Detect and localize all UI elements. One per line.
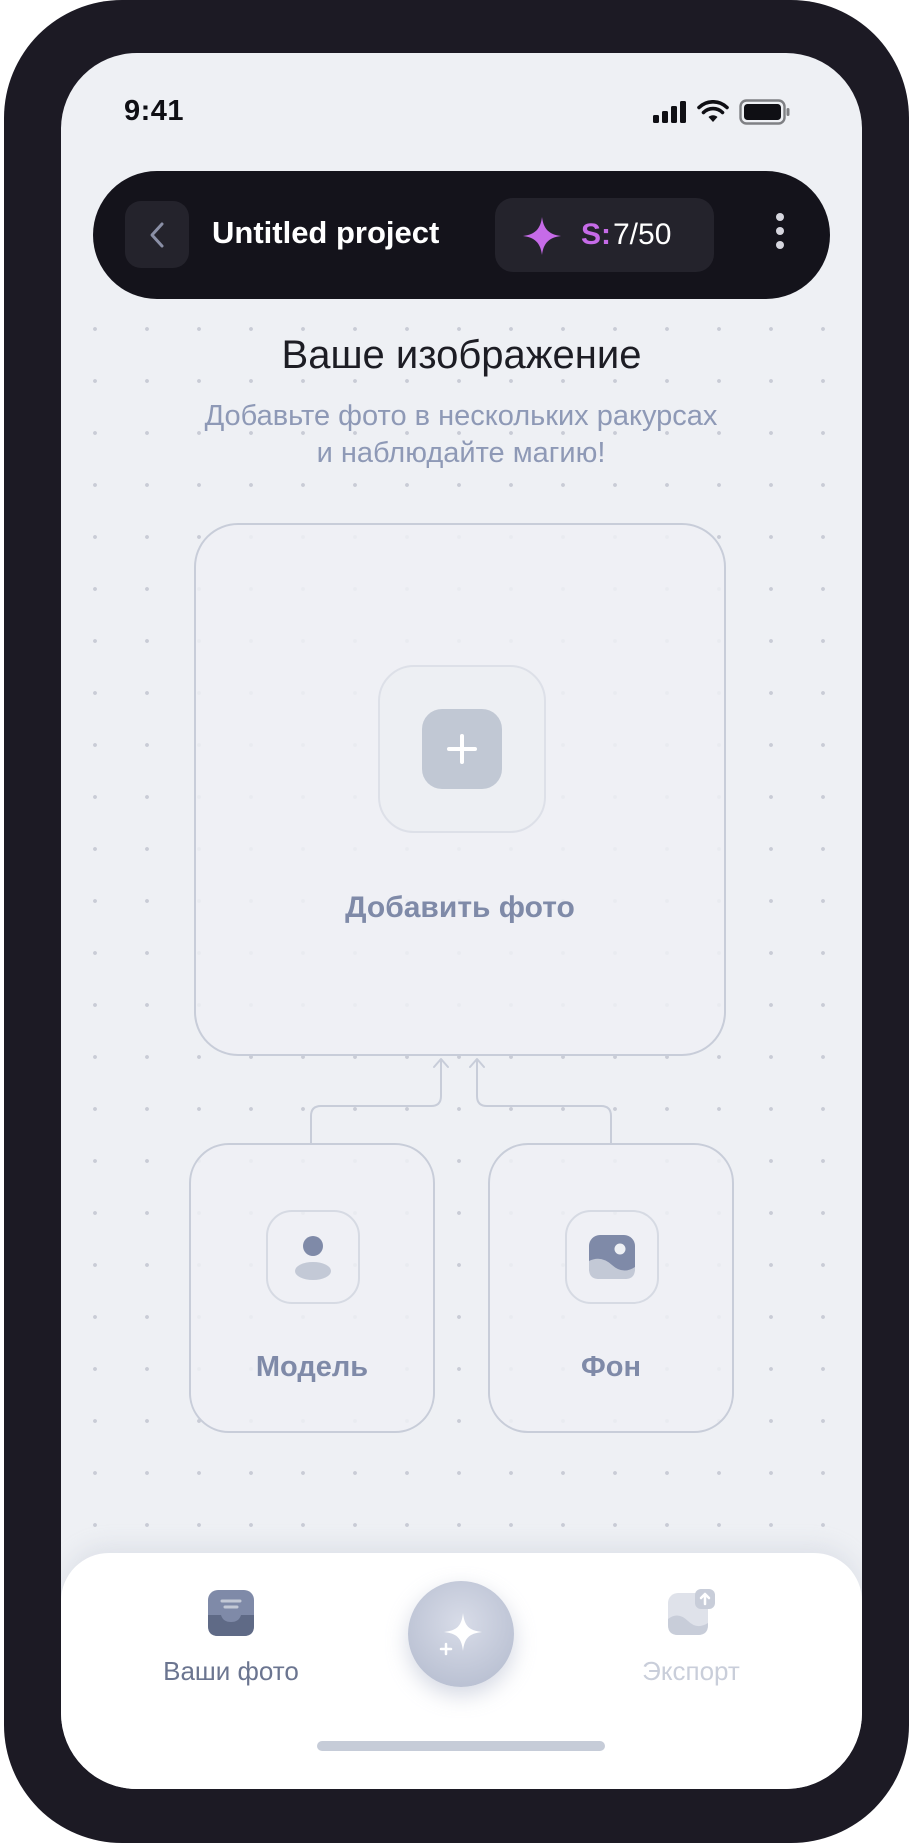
credits-badge[interactable]: S: 7/50 bbox=[495, 198, 714, 272]
home-indicator bbox=[317, 1741, 605, 1751]
export-image-icon bbox=[668, 1589, 715, 1635]
phone-frame: 9:41 Untitled project S: 7/50 Ваше изобр… bbox=[4, 0, 909, 1843]
credits-prefix: S: bbox=[581, 218, 611, 251]
image-icon bbox=[589, 1235, 635, 1279]
background-label: Фон bbox=[581, 1351, 641, 1383]
sparkle-icon bbox=[523, 217, 561, 255]
nav-export[interactable]: Экспорт bbox=[591, 1589, 791, 1687]
person-icon bbox=[295, 1236, 331, 1280]
credits-value: 7/50 bbox=[613, 218, 672, 251]
back-button[interactable] bbox=[125, 201, 189, 268]
wifi-icon bbox=[697, 100, 729, 122]
nav-your-photos[interactable]: Ваши фото bbox=[131, 1589, 331, 1687]
generate-button[interactable] bbox=[408, 1581, 514, 1687]
background-icon-tile bbox=[565, 1210, 659, 1304]
screen: 9:41 Untitled project S: 7/50 Ваше изобр… bbox=[61, 53, 862, 1789]
page-subheading: Добавьте фото в нескольких ракурсах и на… bbox=[141, 398, 781, 472]
signal-icon bbox=[653, 101, 686, 123]
add-photo-card[interactable]: Добавить фото bbox=[194, 523, 726, 1056]
project-top-bar: Untitled project S: 7/50 bbox=[93, 171, 830, 299]
subheading-line-1: Добавьте фото в нескольких ракурсах bbox=[204, 400, 718, 432]
nav-your-photos-label: Ваши фото bbox=[163, 1656, 299, 1686]
project-title[interactable]: Untitled project bbox=[212, 215, 439, 251]
subheading-line-2: и наблюдайте магию! bbox=[316, 437, 606, 469]
page-heading: Ваше изображение bbox=[281, 333, 642, 377]
bottom-navigation: Ваши фото Экспорт bbox=[61, 1553, 862, 1789]
nav-export-label: Экспорт bbox=[642, 1656, 740, 1686]
battery-icon bbox=[739, 99, 790, 125]
sparkle-icon bbox=[439, 1613, 482, 1656]
add-photo-tile[interactable] bbox=[378, 665, 546, 833]
inbox-icon bbox=[208, 1590, 254, 1636]
more-vertical-icon bbox=[776, 213, 784, 221]
status-time: 9:41 bbox=[124, 95, 185, 127]
chevron-left-icon bbox=[150, 222, 164, 247]
model-card[interactable]: Модель bbox=[189, 1143, 435, 1433]
plus-icon bbox=[447, 734, 477, 764]
model-label: Модель bbox=[255, 1351, 369, 1383]
status-icons bbox=[653, 99, 791, 125]
add-photo-label: Добавить фото bbox=[345, 891, 575, 924]
add-photo-button[interactable] bbox=[422, 709, 502, 789]
model-icon-tile bbox=[266, 1210, 360, 1304]
background-card[interactable]: Фон bbox=[488, 1143, 734, 1433]
more-options-button[interactable] bbox=[770, 213, 790, 257]
